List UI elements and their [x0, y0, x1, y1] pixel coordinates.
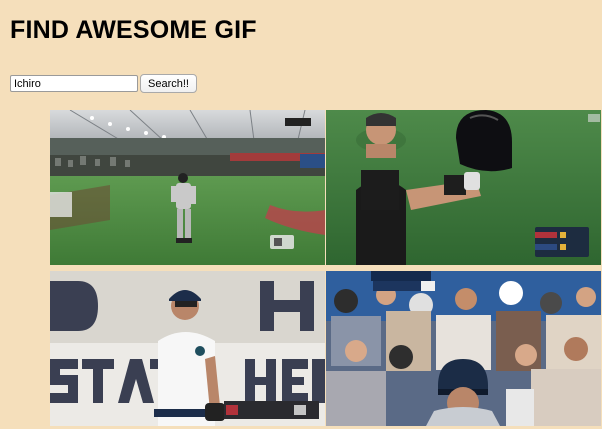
- gif-result-4[interactable]: [326, 271, 601, 426]
- helmet: [456, 110, 512, 172]
- search-button[interactable]: Search!!: [140, 74, 197, 93]
- gif-result-2[interactable]: [326, 110, 601, 265]
- gif-image-stadium: [50, 110, 325, 265]
- page-title: FIND AWESOME GIF: [10, 16, 257, 44]
- gif-results-grid: [50, 110, 601, 426]
- gif-result-1[interactable]: [50, 110, 325, 265]
- gif-image-helmet-raise: [326, 110, 601, 265]
- gif-result-3[interactable]: [50, 271, 325, 426]
- gif-image-crowd: [326, 271, 601, 426]
- search-bar: Search!!: [10, 74, 197, 93]
- gif-image-mariners-player: [50, 271, 325, 426]
- search-input[interactable]: [10, 75, 138, 92]
